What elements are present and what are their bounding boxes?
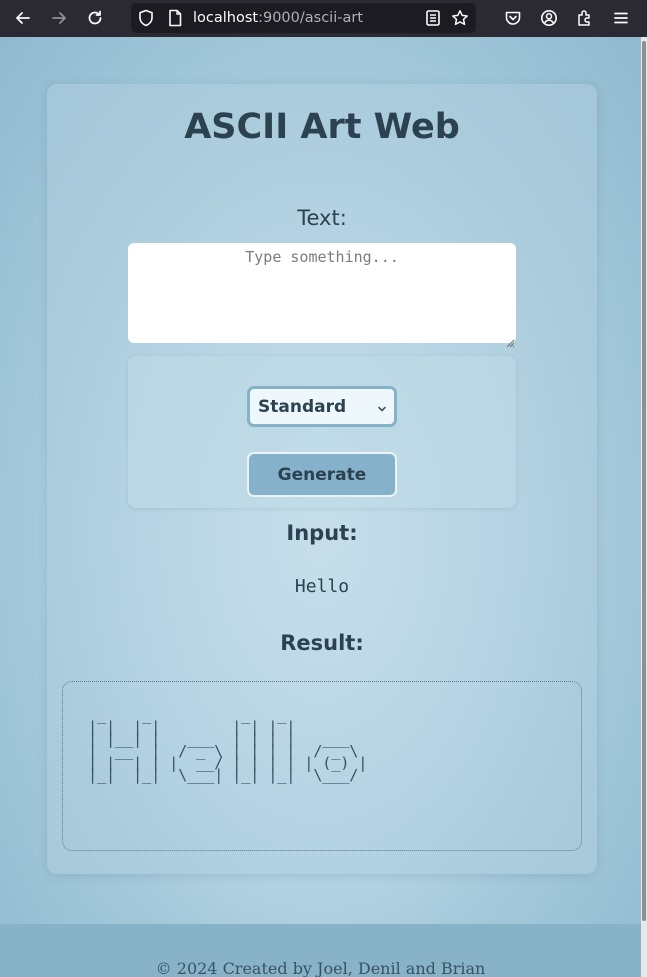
footer-credits: © 2024 Created by Joel, Denil and Brian <box>155 959 486 977</box>
page-title: ASCII Art Web <box>184 107 460 147</box>
chevron-down-icon <box>376 400 388 412</box>
reload-icon[interactable] <box>81 4 109 32</box>
footer: © 2024 Created by Joel, Denil and Brian <box>0 924 641 977</box>
text-input[interactable] <box>128 243 516 343</box>
banner-select[interactable]: Standard <box>247 386 397 427</box>
banner-select-value: Standard <box>258 396 347 417</box>
page-viewport: ASCII Art Web Text: Standard Generate In… <box>0 37 641 977</box>
input-value: Hello <box>294 576 350 597</box>
url-host: localhost <box>193 10 259 26</box>
url-path: :9000/ascii-art <box>258 10 363 26</box>
generate-button[interactable]: Generate <box>247 452 397 497</box>
text-label: Text: <box>297 206 347 230</box>
shield-icon[interactable] <box>137 9 155 27</box>
result-box: _ _ _ _ | | | | | | | | | |__| | ___ | |… <box>62 681 582 851</box>
back-arrow-icon[interactable] <box>9 4 37 32</box>
resize-grip-icon[interactable] <box>506 333 515 348</box>
page-icon <box>166 9 184 27</box>
forward-arrow-icon[interactable] <box>45 4 73 32</box>
ascii-art-output: _ _ _ _ | | | | | | | | | |__| | ___ | |… <box>88 706 368 784</box>
browser-toolbar: localhost:9000/ascii-art <box>0 0 647 37</box>
result-heading: Result: <box>280 631 364 655</box>
bookmark-star-icon[interactable] <box>451 9 469 27</box>
menu-icon[interactable] <box>607 4 635 32</box>
main-card: ASCII Art Web Text: Standard Generate In… <box>47 84 597 874</box>
scrollbar[interactable] <box>641 37 647 977</box>
url-text: localhost:9000/ascii-art <box>193 10 363 26</box>
account-icon[interactable] <box>535 4 563 32</box>
url-bar[interactable]: localhost:9000/ascii-art <box>131 3 476 33</box>
pocket-icon[interactable] <box>499 4 527 32</box>
input-heading: Input: <box>286 521 358 545</box>
controls-panel: Standard Generate <box>128 356 516 508</box>
reader-view-icon[interactable] <box>424 9 442 27</box>
scrollbar-thumb[interactable] <box>642 41 646 921</box>
extensions-icon[interactable] <box>571 4 599 32</box>
